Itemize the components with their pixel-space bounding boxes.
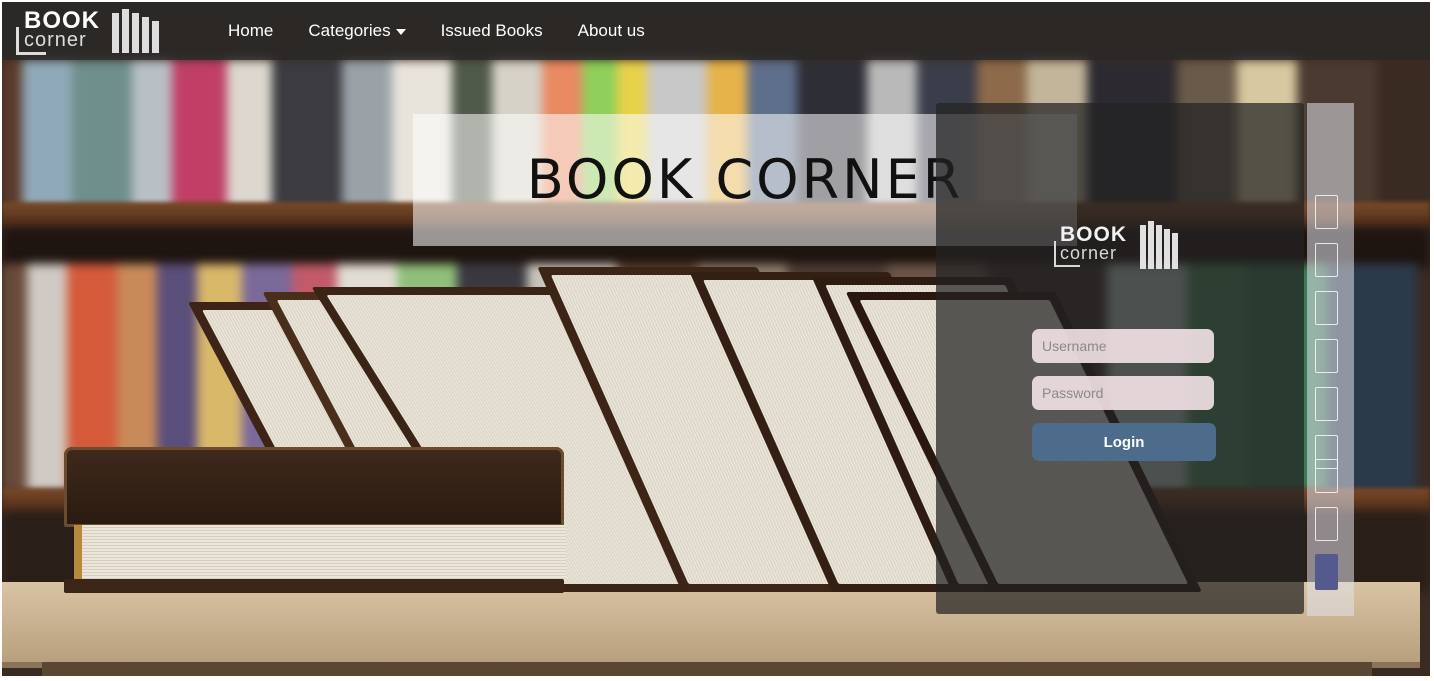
- login-logo: BOOK corner: [1054, 219, 1180, 277]
- navbar: BOOK corner Home Categories Issued Books…: [2, 2, 1430, 60]
- lying-book: [64, 447, 566, 595]
- side-strip-field[interactable]: [1315, 459, 1338, 493]
- nav-categories-label: Categories: [308, 21, 391, 40]
- side-strip-field[interactable]: [1315, 387, 1338, 421]
- nav-home[interactable]: Home: [228, 21, 273, 41]
- side-strip-field[interactable]: [1315, 291, 1338, 325]
- side-strip-field[interactable]: [1315, 507, 1338, 541]
- nav-issued-books[interactable]: Issued Books: [441, 21, 543, 41]
- navbar-logo[interactable]: BOOK corner: [16, 7, 159, 57]
- login-logo-word-corner: corner: [1060, 243, 1118, 263]
- nav-about-us-label: About us: [577, 21, 645, 40]
- nav-issued-books-label: Issued Books: [440, 21, 543, 40]
- nav-categories-dropdown[interactable]: Categories: [308, 21, 406, 41]
- side-strip-field[interactable]: [1315, 195, 1338, 229]
- book-stack-icon: [1140, 221, 1178, 269]
- page: BOOK corner Home Categories Issued Books…: [2, 2, 1430, 676]
- login-panel: BOOK corner Login: [936, 103, 1304, 614]
- side-strip-panel: [1307, 103, 1354, 616]
- nav-links: Home Categories Issued Books About us: [228, 2, 680, 60]
- side-strip-field[interactable]: [1315, 339, 1338, 373]
- caret-down-icon: [395, 28, 406, 35]
- nav-about-us[interactable]: About us: [578, 21, 645, 41]
- book-stack-icon: [112, 9, 159, 53]
- side-strip-field[interactable]: [1315, 243, 1338, 277]
- nav-home-label: Home: [228, 21, 274, 40]
- password-input[interactable]: [1032, 376, 1214, 410]
- login-button[interactable]: Login: [1032, 423, 1216, 461]
- username-input[interactable]: [1032, 329, 1214, 363]
- side-strip-button[interactable]: [1315, 554, 1338, 590]
- logo-word-corner: corner: [24, 29, 87, 51]
